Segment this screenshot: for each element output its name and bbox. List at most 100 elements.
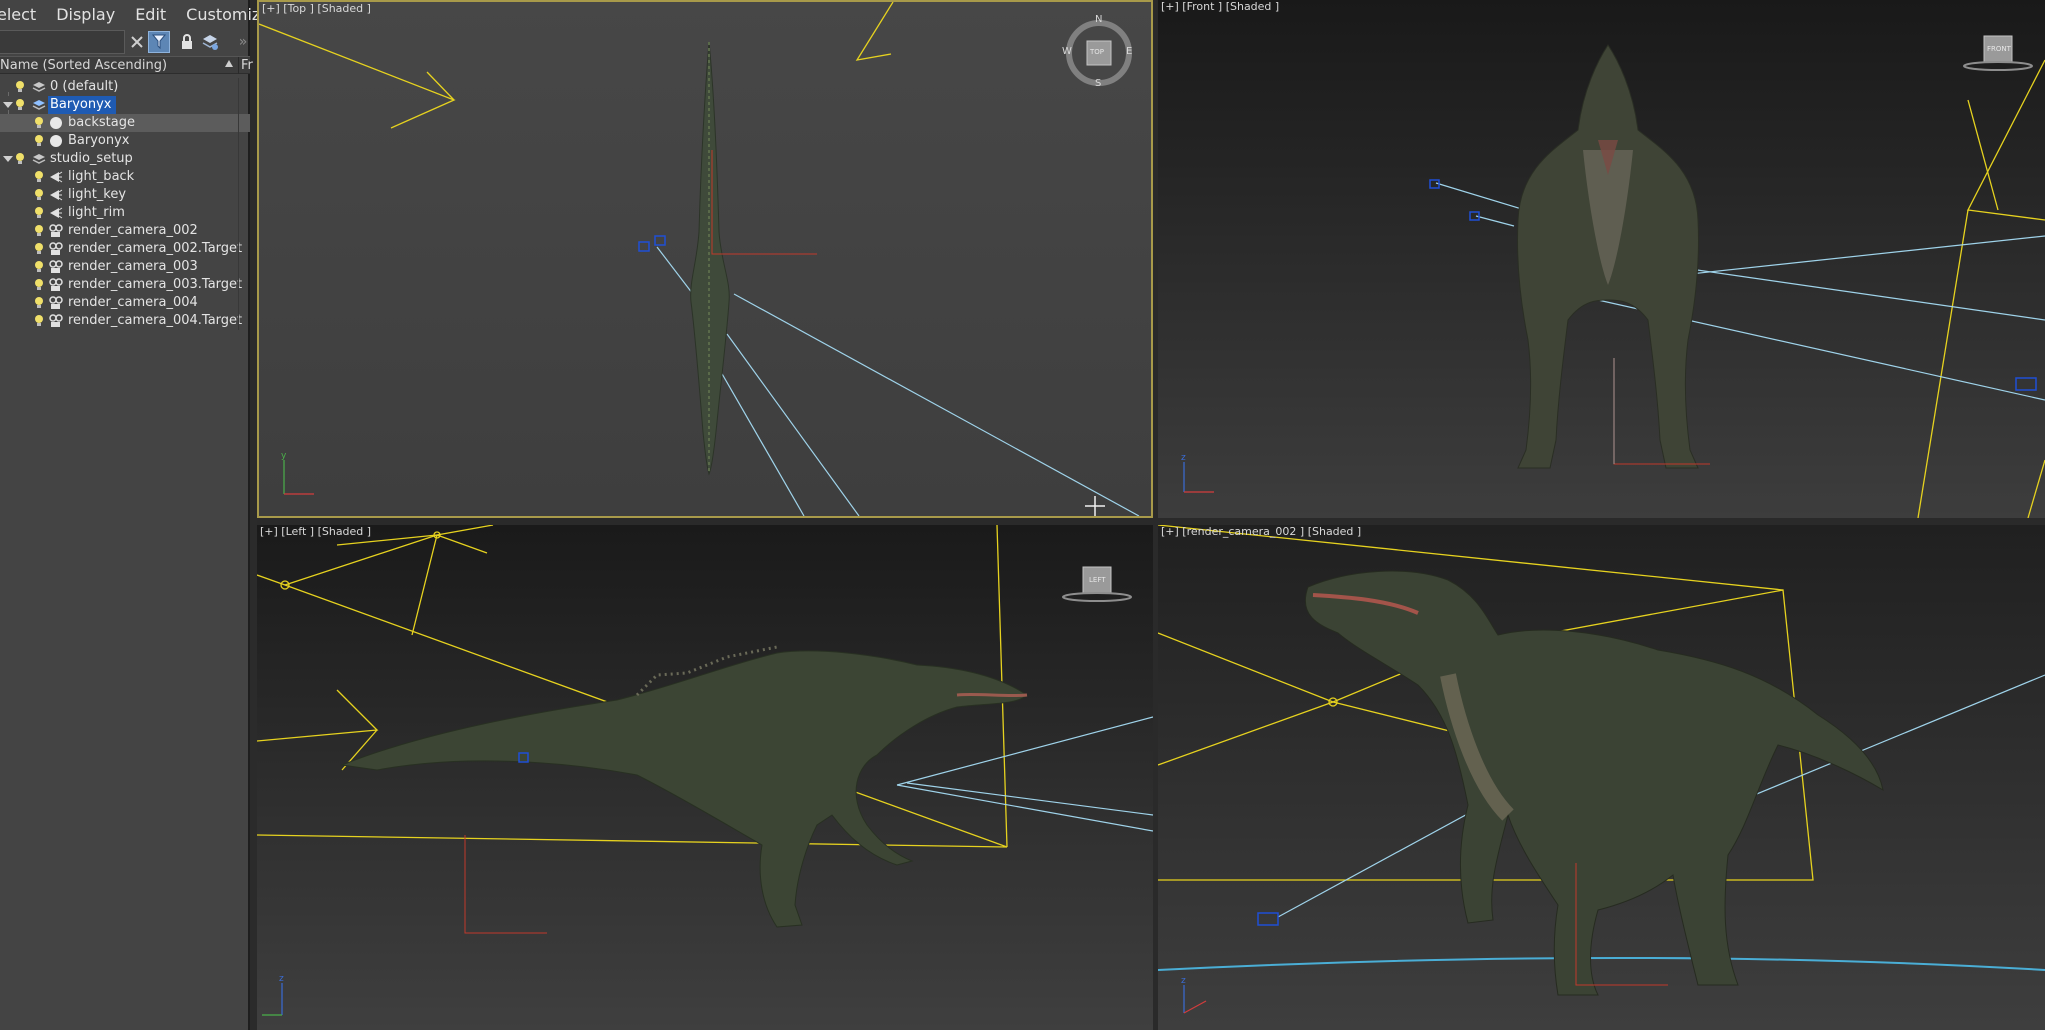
viewport-front-label[interactable]: [+] [Front ] [Shaded ]: [1161, 0, 1279, 14]
light-frustum: [336, 534, 488, 636]
viewport-left[interactable]: z [+] [Left ] [Shaded ] LEFT: [257, 525, 1153, 1030]
light-frustum: [1917, 209, 1969, 518]
camera-object[interactable]: [1257, 912, 1279, 926]
lightbulb-icon[interactable]: [34, 207, 44, 219]
column-separator: [238, 204, 239, 222]
camera-object[interactable]: [2015, 377, 2037, 391]
lightbulb-icon[interactable]: [34, 261, 44, 273]
layer-stack-icon: [32, 100, 46, 110]
lightbulb-icon[interactable]: [34, 279, 44, 291]
tree-item-label: render_camera_004.Target: [68, 313, 243, 328]
column-separator: [238, 186, 239, 204]
menu-display[interactable]: Display: [56, 5, 115, 24]
expand-arrow-icon[interactable]: [3, 156, 13, 162]
column-separator: [238, 240, 239, 258]
camera-object[interactable]: [654, 235, 666, 246]
compass-w: W: [1062, 46, 1072, 57]
filter-button[interactable]: [148, 31, 170, 53]
viewport-divider-horizontal[interactable]: [257, 518, 2045, 525]
tree-item-layer-baryonyx[interactable]: Baryonyx: [0, 96, 250, 114]
lightbulb-icon[interactable]: [34, 315, 44, 327]
viewcube-top[interactable]: TOP N S E W: [1062, 14, 1134, 89]
tree-item-label: render_camera_004: [68, 295, 198, 310]
search-input[interactable]: [0, 30, 125, 54]
clear-search-button[interactable]: [126, 31, 148, 53]
lightbulb-icon[interactable]: [34, 297, 44, 309]
viewport-top[interactable]: y [+] [Top ] [Shaded ] TOP N S E W: [257, 0, 1153, 518]
expand-arrow-icon[interactable]: [3, 102, 13, 108]
lightbulb-icon[interactable]: [34, 117, 44, 129]
viewcube-icon: [1062, 566, 1132, 602]
camera-icon: [49, 278, 63, 291]
tree-item-label: backstage: [68, 115, 135, 130]
sphere-icon: [50, 135, 62, 147]
lightbulb-icon[interactable]: [15, 153, 25, 165]
spotlight-icon: [50, 171, 63, 183]
tree-item-backstage[interactable]: backstage: [0, 114, 250, 132]
tree-item-label: render_camera_003: [68, 259, 198, 274]
tree-item-render-camera-002-target[interactable]: render_camera_002.Target: [0, 240, 250, 258]
viewcube-face-label: LEFT: [1089, 576, 1106, 584]
lightbulb-icon[interactable]: [15, 81, 25, 93]
tree-item-label: Baryonyx: [68, 133, 130, 148]
column-separator: [238, 114, 239, 132]
camera-object[interactable]: [638, 241, 650, 252]
column-frozen-header[interactable]: Fr: [241, 57, 253, 74]
lock-button[interactable]: [176, 31, 198, 53]
camera-icon: [49, 224, 63, 237]
viewcube-left[interactable]: LEFT: [1057, 565, 1137, 605]
tree-item-render-camera-002[interactable]: render_camera_002: [0, 222, 250, 240]
tree-item-light-rim[interactable]: light_rim: [0, 204, 250, 222]
camera-line: [896, 784, 1153, 832]
tree-item-label: render_camera_002.Target: [68, 241, 243, 256]
tree-item-render-camera-004[interactable]: render_camera_004: [0, 294, 250, 312]
camera-line: [906, 782, 1153, 816]
lightbulb-icon[interactable]: [34, 243, 44, 255]
tree-item-label: light_rim: [68, 205, 125, 220]
viewcube-front[interactable]: FRONT: [1958, 34, 2038, 74]
viewport-front[interactable]: z [+] [Front ] [Shaded ] FRONT: [1158, 0, 2045, 518]
tree-item-label: 0 (default): [50, 79, 119, 94]
tree-item-render-camera-004-target[interactable]: render_camera_004.Target: [0, 312, 250, 330]
svg-text:z: z: [279, 974, 284, 984]
tree-item-layer-studio-setup[interactable]: studio_setup: [0, 150, 250, 168]
axis-tripod: z: [1181, 976, 1207, 1014]
tree-item-light-key[interactable]: light_key: [0, 186, 250, 204]
column-divider[interactable]: [238, 57, 239, 74]
lightbulb-icon[interactable]: [15, 99, 25, 111]
tree-item-render-camera-003[interactable]: render_camera_003: [0, 258, 250, 276]
tree-item-baryonyx-mesh[interactable]: Baryonyx: [0, 132, 250, 150]
viewport-top-scene: y: [259, 2, 1140, 516]
camera-line: [1475, 215, 1515, 227]
viewport-left-label[interactable]: [+] [Left ] [Shaded ]: [260, 525, 371, 539]
axis-tripod: z: [1181, 453, 1214, 493]
tree-item-label: light_back: [68, 169, 135, 184]
lightbulb-icon[interactable]: [34, 225, 44, 237]
lock-icon: [182, 34, 192, 49]
menu-bar: elect Display Edit Customize: [0, 0, 270, 28]
lightbulb-icon[interactable]: [34, 135, 44, 147]
compass-n: N: [1095, 14, 1103, 25]
camera-line: [726, 333, 860, 516]
expand-panel-icon[interactable]: »: [232, 31, 254, 53]
column-name-header[interactable]: Name (Sorted Ascending): [0, 57, 167, 74]
camera-line: [733, 293, 1140, 516]
lightbulb-icon[interactable]: [34, 189, 44, 201]
viewport-left-scene: z: [257, 525, 1153, 1016]
menu-edit[interactable]: Edit: [135, 5, 166, 24]
camera-line: [896, 716, 1153, 786]
viewport-camera-label[interactable]: [+] [render_camera_002 ] [Shaded ]: [1161, 525, 1361, 539]
column-separator: [238, 294, 239, 312]
filter-icon: [152, 34, 166, 50]
tree-item-layer-default[interactable]: 0 (default): [0, 78, 250, 96]
viewport-top-label[interactable]: [+] [Top ] [Shaded ]: [262, 2, 371, 16]
lightbulb-icon[interactable]: [34, 171, 44, 183]
tree-item-light-back[interactable]: light_back: [0, 168, 250, 186]
viewport-camera[interactable]: z [+] [render_camera_002 ] [Shaded ]: [1158, 525, 2045, 1030]
layers-button[interactable]: [199, 31, 221, 53]
layer-stack-icon: [32, 82, 46, 92]
menu-select[interactable]: elect: [0, 5, 36, 24]
tree-item-render-camera-003-target[interactable]: render_camera_003.Target: [0, 276, 250, 294]
baryonyx-model-left: [340, 645, 1028, 928]
camera-icon: [49, 296, 63, 309]
